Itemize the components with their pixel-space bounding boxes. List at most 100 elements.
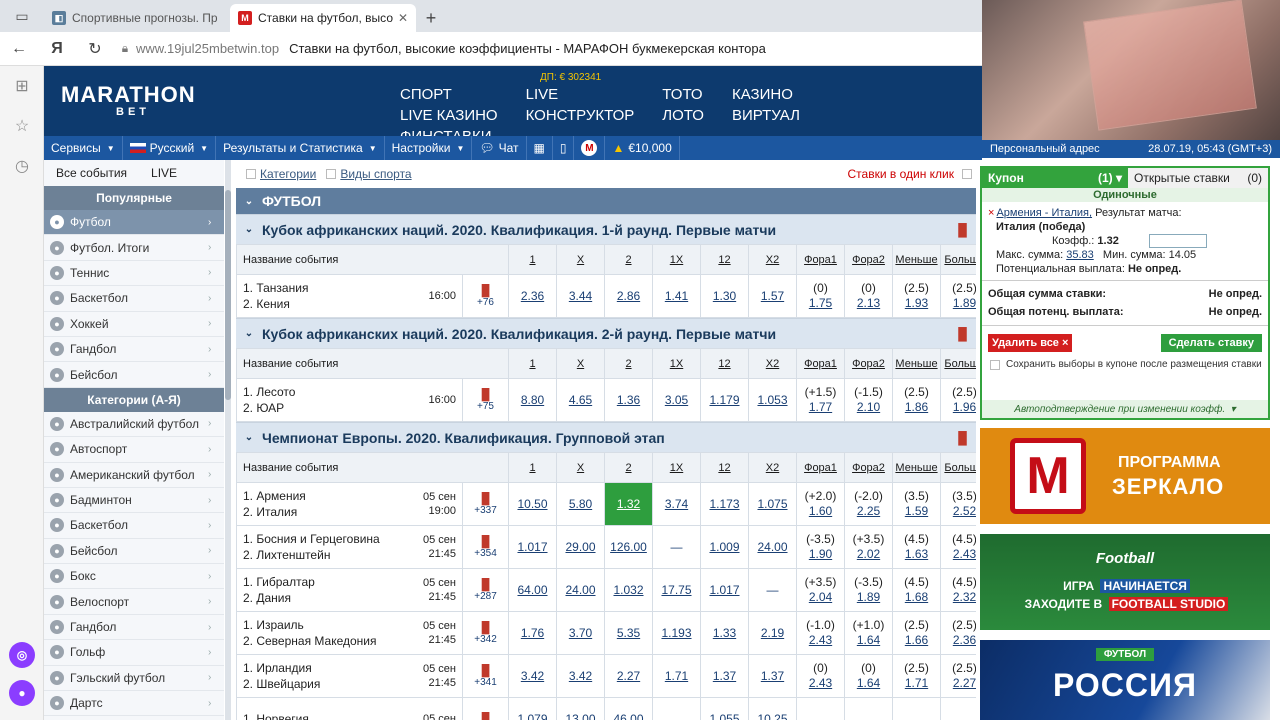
handicap-total-cell[interactable]: (2.5) 1.71 bbox=[892, 654, 941, 698]
sidebar-item[interactable]: ● Бейсбол › bbox=[44, 539, 224, 565]
bookmark-star-icon[interactable]: ☆ bbox=[0, 106, 44, 146]
place-bet-button[interactable]: Сделать ставку bbox=[1160, 334, 1262, 353]
odds-cell[interactable]: 10.50 bbox=[508, 482, 557, 526]
new-tab-button[interactable]: + bbox=[416, 4, 446, 32]
odds-cell[interactable]: 4.65 bbox=[556, 378, 605, 422]
more-markets-link[interactable]: +337 bbox=[474, 505, 497, 516]
sport-header[interactable]: ⌄ ФУТБОЛ bbox=[236, 188, 976, 214]
handicap-total-cell[interactable] bbox=[892, 697, 941, 720]
odds-cell[interactable]: 1.017 bbox=[508, 525, 557, 569]
odds-cell[interactable]: — bbox=[652, 525, 701, 569]
handicap-total-cell[interactable]: (4.5) 1.63 bbox=[892, 525, 941, 569]
column-header[interactable]: Фора2 bbox=[844, 244, 893, 275]
grid-view-icon[interactable]: ▦ bbox=[527, 136, 553, 160]
stats-chart-icon[interactable]: ▐▌ bbox=[463, 713, 508, 720]
column-header[interactable]: 2 bbox=[604, 452, 653, 483]
stats-chart-icon[interactable]: ▐▌ bbox=[463, 389, 508, 401]
event-teams[interactable]: 1. Норвегия 05 сен bbox=[236, 697, 463, 720]
column-header[interactable]: Больше bbox=[940, 348, 976, 379]
stats-chart-icon[interactable]: ▐▌ bbox=[463, 493, 508, 505]
stats-chart-icon[interactable]: ▐▌ bbox=[463, 622, 508, 634]
categories-checkbox[interactable] bbox=[246, 169, 256, 179]
odds-cell[interactable]: 1.37 bbox=[748, 654, 797, 698]
collapse-caret-icon[interactable]: ⌄ bbox=[236, 224, 262, 235]
odds-cell[interactable]: 3.42 bbox=[556, 654, 605, 698]
column-header[interactable]: Больше bbox=[940, 244, 976, 275]
handicap-total-cell[interactable]: (3.5) 1.59 bbox=[892, 482, 941, 526]
football-studio-banner[interactable]: Football ИГРА НАЧИНАЕТСЯ ЗАХОДИТЕ В FOOT… bbox=[980, 534, 1270, 630]
column-header[interactable]: 1 bbox=[508, 452, 557, 483]
column-header[interactable]: 12 bbox=[700, 244, 749, 275]
assistant-icon[interactable]: ◎ bbox=[9, 642, 35, 668]
odds-cell[interactable]: — bbox=[748, 568, 797, 612]
event-teams[interactable]: 1. Босния и Герцеговина 2. Лихтенштейн 05 … bbox=[236, 525, 463, 569]
handicap-total-cell[interactable]: (+1.0) 1.64 bbox=[844, 611, 893, 655]
odds-cell[interactable]: 29.00 bbox=[556, 525, 605, 569]
collapse-caret-icon[interactable]: ⌄ bbox=[236, 432, 262, 443]
column-header[interactable]: Меньше bbox=[892, 244, 941, 275]
one-click-bets-link[interactable]: Ставки в один клик bbox=[848, 167, 955, 181]
handicap-total-cell[interactable]: (3.5) 2.52 bbox=[940, 482, 976, 526]
nav-toto[interactable]: ТОТО bbox=[662, 86, 704, 103]
handicap-total-cell[interactable]: (+1.5) 1.77 bbox=[796, 378, 845, 422]
handicap-total-cell[interactable]: (-2.0) 2.25 bbox=[844, 482, 893, 526]
menu-scrollbar[interactable] bbox=[225, 160, 231, 720]
tab-coupon[interactable]: Купон (1) ▾ bbox=[982, 168, 1128, 188]
league-header[interactable]: ⌄ Кубок африканских наций. 2020. Квалифик… bbox=[236, 318, 976, 348]
reload-icon[interactable]: ↻ bbox=[76, 39, 114, 59]
odds-cell[interactable]: 1.032 bbox=[604, 568, 653, 612]
russia-football-banner[interactable]: ФУТБОЛ РОССИЯ bbox=[980, 640, 1270, 720]
handicap-total-cell[interactable]: (4.5) 2.32 bbox=[940, 568, 976, 612]
column-header[interactable]: 2 bbox=[604, 244, 653, 275]
column-header[interactable]: X2 bbox=[748, 348, 797, 379]
sidebar-item[interactable]: ● Бадминтон › bbox=[44, 488, 224, 514]
column-header[interactable]: Больше bbox=[940, 452, 976, 483]
league-header[interactable]: ⌄ Чемпионат Европы. 2020. Квалификация. Г… bbox=[236, 422, 976, 452]
nav-sport[interactable]: СПОРТ bbox=[400, 86, 498, 103]
yandex-icon[interactable]: Я bbox=[38, 40, 76, 58]
stats-chart-icon[interactable]: ▐▌ bbox=[954, 431, 976, 445]
odds-cell[interactable]: 2.36 bbox=[508, 274, 557, 318]
more-markets-link[interactable]: +287 bbox=[474, 591, 497, 602]
sidebar-item[interactable]: ● Гольф › bbox=[44, 640, 224, 666]
odds-cell[interactable]: 8.80 bbox=[508, 378, 557, 422]
odds-cell[interactable]: 3.44 bbox=[556, 274, 605, 318]
logo-subtext[interactable]: BET bbox=[116, 106, 150, 118]
odds-cell[interactable]: 2.19 bbox=[748, 611, 797, 655]
sports-checkbox[interactable] bbox=[326, 169, 337, 179]
sidebar-item[interactable]: ● Дартс › bbox=[44, 691, 224, 717]
odds-cell[interactable]: 3.42 bbox=[508, 654, 557, 698]
sidebar-item[interactable]: ● Велоспорт › bbox=[44, 589, 224, 615]
odds-cell[interactable]: 1.079 bbox=[508, 697, 557, 720]
odds-cell[interactable]: 17.75 bbox=[652, 568, 701, 612]
odds-cell[interactable]: 1.193 bbox=[652, 611, 701, 655]
odds-cell[interactable]: 5.80 bbox=[556, 482, 605, 526]
event-stats[interactable]: ▐▌ +342 bbox=[462, 611, 509, 655]
handicap-total-cell[interactable]: (0) 1.75 bbox=[796, 274, 845, 318]
handicap-total-cell[interactable]: (2.5) 1.86 bbox=[892, 378, 941, 422]
event-stats[interactable]: ▐▌ +287 bbox=[462, 568, 509, 612]
handicap-total-cell[interactable]: (2.5) 2.36 bbox=[940, 611, 976, 655]
odds-cell[interactable]: 1.71 bbox=[652, 654, 701, 698]
odds-cell[interactable]: 64.00 bbox=[508, 568, 557, 612]
odds-cell[interactable]: 1.017 bbox=[700, 568, 749, 612]
handicap-total-cell[interactable]: (-3.5) 1.90 bbox=[796, 525, 845, 569]
stats-chart-icon[interactable]: ▐▌ bbox=[954, 223, 976, 237]
more-markets-link[interactable]: +341 bbox=[474, 677, 497, 688]
mobile-icon[interactable]: ▯ bbox=[553, 136, 575, 160]
tab-open-bets[interactable]: Открытые ставки (0) bbox=[1128, 168, 1268, 188]
handicap-total-cell[interactable]: (+3.5) 2.04 bbox=[796, 568, 845, 612]
mirror-app-banner[interactable]: M ПРОГРАММА ЗЕРКАЛО bbox=[980, 428, 1270, 524]
one-click-checkbox[interactable] bbox=[962, 169, 972, 179]
odds-cell[interactable]: 46.00 bbox=[604, 697, 653, 720]
odds-cell[interactable]: 10.25 bbox=[748, 697, 797, 720]
odds-cell[interactable]: 5.35 bbox=[604, 611, 653, 655]
column-header[interactable]: X2 bbox=[748, 244, 797, 275]
column-header[interactable]: 1 bbox=[508, 348, 557, 379]
handicap-total-cell[interactable]: (-3.5) 1.89 bbox=[844, 568, 893, 612]
handicap-total-cell[interactable]: (2.5) 1.96 bbox=[940, 378, 976, 422]
remove-bet-icon[interactable]: × bbox=[988, 207, 994, 219]
more-markets-link[interactable]: +342 bbox=[474, 634, 497, 645]
stake-input[interactable] bbox=[1148, 234, 1207, 249]
event-stats[interactable]: ▐▌ +341 bbox=[462, 654, 509, 698]
